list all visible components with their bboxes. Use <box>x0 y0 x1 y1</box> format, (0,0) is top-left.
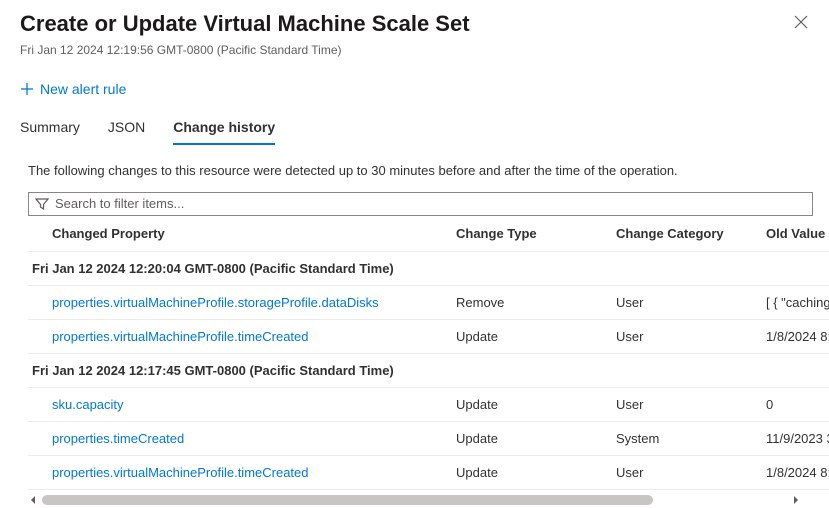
table-row: properties.virtualMachineProfile.timeCre… <box>28 455 829 489</box>
old-value-cell: 1/8/2024 8:52:58 PM <box>758 455 829 489</box>
close-icon <box>794 15 808 29</box>
group-row: Fri Jan 12 2024 12:20:04 GMT-0800 (Pacif… <box>28 251 829 285</box>
col-old-value[interactable]: Old Value <box>758 216 829 252</box>
property-link[interactable]: properties.virtualMachineProfile.timeCre… <box>52 329 309 344</box>
property-cell: properties.virtualMachineProfile.timeCre… <box>28 319 448 353</box>
change-type-cell: Update <box>448 455 608 489</box>
table-row: properties.timeCreated UpdateSystem11/9/2… <box>28 421 829 455</box>
content: The following changes to this resource w… <box>0 145 829 508</box>
property-cell: sku.capacity <box>28 387 448 421</box>
tab-summary[interactable]: Summary <box>20 119 80 145</box>
old-value-cell: [ { "caching": "None", <box>758 285 829 319</box>
table-header-row: Changed Property Change Type Change Cate… <box>28 216 829 252</box>
info-text: The following changes to this resource w… <box>0 163 829 192</box>
page-title: Create or Update Virtual Machine Scale S… <box>20 10 809 39</box>
table-row: sku.capacity UpdateUser0 <box>28 387 829 421</box>
property-cell: properties.virtualMachineProfile.storage… <box>28 285 448 319</box>
new-alert-rule-button[interactable]: New alert rule <box>20 81 126 97</box>
property-link[interactable]: sku.capacity <box>52 397 124 412</box>
old-value-cell: 11/9/2023 3:44:42 PM <box>758 421 829 455</box>
group-label: Fri Jan 12 2024 12:17:45 GMT-0800 (Pacif… <box>28 353 829 387</box>
tab-change-history[interactable]: Change history <box>173 119 275 145</box>
table-row: properties.virtualMachineProfile.storage… <box>28 285 829 319</box>
col-changed-property[interactable]: Changed Property <box>28 216 448 252</box>
new-alert-label: New alert rule <box>40 81 126 97</box>
scroll-right-button[interactable] <box>791 495 801 505</box>
old-value-cell: 0 <box>758 387 829 421</box>
change-type-cell: Update <box>448 387 608 421</box>
property-link[interactable]: properties.virtualMachineProfile.storage… <box>52 295 379 310</box>
old-value-cell: 1/8/2024 8:52:58 PM <box>758 319 829 353</box>
chevron-left-icon <box>28 495 38 505</box>
change-category-cell: User <box>608 319 758 353</box>
changes-table: Changed Property Change Type Change Cate… <box>28 216 829 490</box>
header: Create or Update Virtual Machine Scale S… <box>0 0 829 57</box>
group-label: Fri Jan 12 2024 12:20:04 GMT-0800 (Pacif… <box>28 251 829 285</box>
change-category-cell: User <box>608 387 758 421</box>
scrollbar-track[interactable] <box>42 495 787 505</box>
filter-icon <box>35 197 49 211</box>
property-cell: properties.timeCreated <box>28 421 448 455</box>
change-type-cell: Update <box>448 421 608 455</box>
scrollbar-thumb[interactable] <box>42 495 653 505</box>
toolbar: New alert rule <box>0 57 829 99</box>
scroll-left-button[interactable] <box>28 495 38 505</box>
change-category-cell: User <box>608 285 758 319</box>
table-container: Changed Property Change Type Change Cate… <box>28 216 829 490</box>
search-input[interactable] <box>55 196 806 211</box>
tab-json[interactable]: JSON <box>108 119 145 145</box>
table-row: properties.virtualMachineProfile.timeCre… <box>28 319 829 353</box>
page-timestamp: Fri Jan 12 2024 12:19:56 GMT-0800 (Pacif… <box>20 43 809 57</box>
property-cell: properties.virtualMachineProfile.timeCre… <box>28 455 448 489</box>
tabs: Summary JSON Change history <box>0 99 829 145</box>
group-row: Fri Jan 12 2024 12:17:45 GMT-0800 (Pacif… <box>28 353 829 387</box>
close-button[interactable] <box>791 12 811 32</box>
change-category-cell: User <box>608 455 758 489</box>
chevron-right-icon <box>791 495 801 505</box>
change-type-cell: Update <box>448 319 608 353</box>
change-type-cell: Remove <box>448 285 608 319</box>
horizontal-scrollbar[interactable] <box>0 492 829 508</box>
search-box[interactable] <box>28 192 813 216</box>
col-change-type[interactable]: Change Type <box>448 216 608 252</box>
property-link[interactable]: properties.virtualMachineProfile.timeCre… <box>52 465 309 480</box>
plus-icon <box>20 82 34 96</box>
change-category-cell: System <box>608 421 758 455</box>
col-change-category[interactable]: Change Category <box>608 216 758 252</box>
property-link[interactable]: properties.timeCreated <box>52 431 184 446</box>
